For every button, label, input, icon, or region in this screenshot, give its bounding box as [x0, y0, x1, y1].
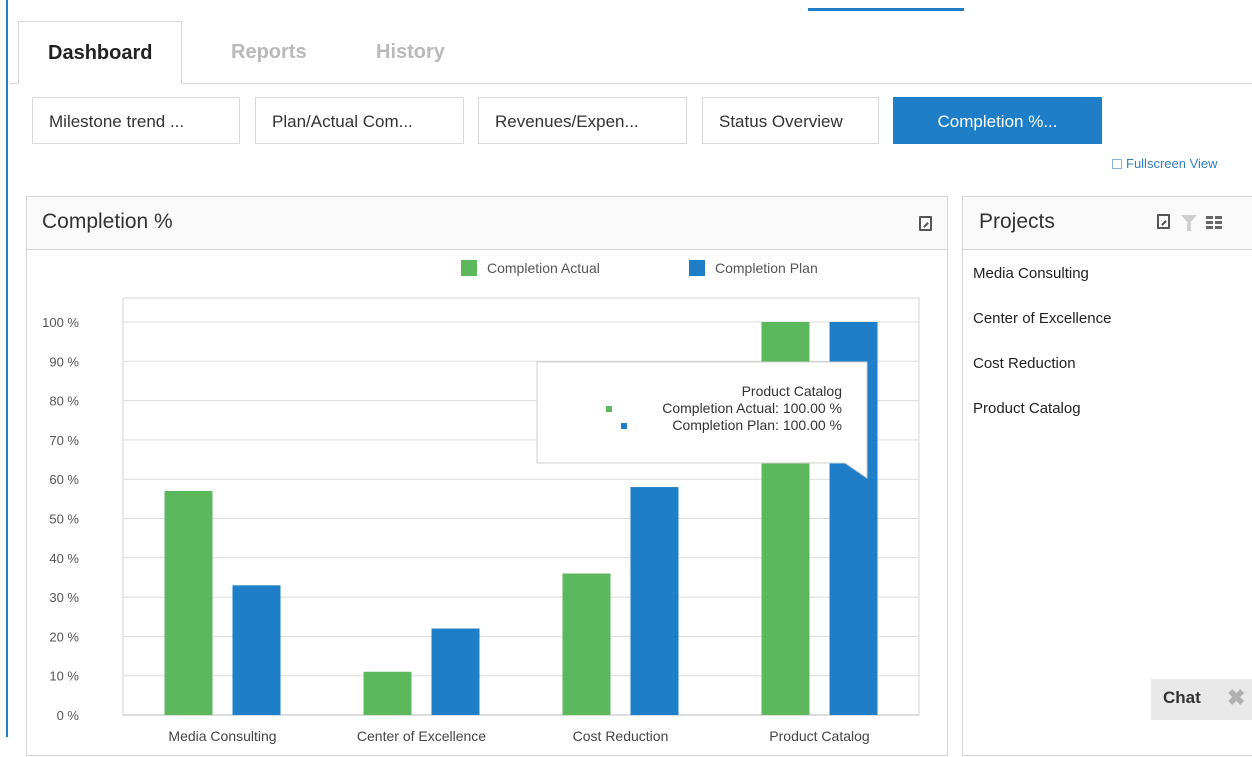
y-tick-label: 0 % [57, 708, 80, 723]
subtab-milestone-trend[interactable]: Milestone trend ... [32, 97, 240, 144]
bar-plan-cost-reduction[interactable] [630, 487, 679, 715]
subtab-status-overview[interactable]: Status Overview [702, 97, 879, 144]
fullscreen-label: Fullscreen View [1126, 156, 1218, 171]
main-tabs: Dashboard Reports History [10, 21, 1252, 84]
bar-plan-center-of-excellence[interactable] [431, 628, 480, 715]
y-tick-label: 20 % [49, 629, 79, 644]
legend-swatch-plan [689, 260, 705, 276]
projects-panel: Projects Media Consulting Center of Exce… [962, 196, 1252, 756]
completion-chart: Completion Actual Completion Plan 0 % 10 … [42, 260, 920, 744]
chart-panel-title: Completion % [42, 210, 173, 233]
project-item-product-catalog[interactable]: Product Catalog [973, 400, 1081, 417]
tab-reports[interactable]: Reports [231, 21, 307, 83]
x-tick-label: Center of Excellence [357, 728, 486, 744]
tooltip-actual-line: Completion Actual: 100.00 % [662, 400, 842, 416]
y-tick-label: 50 % [49, 512, 79, 527]
bar-tooltip: Product Catalog Completion Actual: 100.0… [536, 361, 868, 479]
y-axis: 0 % 10 % 20 % 30 % 40 % 50 % 60 % 70 % 80 % 90 % 1… [42, 315, 79, 723]
bar-actual-center-of-excellence[interactable] [363, 671, 412, 715]
external-link-icon [1112, 159, 1122, 169]
fullscreen-link[interactable]: Fullscreen View [1112, 156, 1218, 171]
project-item-cost-reduction[interactable]: Cost Reduction [973, 355, 1076, 372]
top-accent-bar [808, 8, 964, 11]
bar-plan-media-consulting[interactable] [232, 585, 281, 715]
tooltip-plan-marker [621, 423, 627, 429]
tooltip-plan-line: Completion Plan: 100.00 % [672, 417, 842, 433]
subtab-revenues-expenses[interactable]: Revenues/Expen... [478, 97, 687, 144]
legend-label-plan: Completion Plan [715, 260, 818, 276]
bar-actual-media-consulting[interactable] [164, 490, 213, 715]
chart-panel-header: Completion % [27, 197, 947, 250]
tab-dashboard[interactable]: Dashboard [18, 21, 183, 84]
x-tick-label: Media Consulting [168, 728, 276, 744]
y-tick-label: 70 % [49, 433, 79, 448]
y-tick-label: 10 % [49, 669, 79, 684]
projects-panel-title: Projects [979, 210, 1055, 233]
tooltip-actual-marker [606, 406, 612, 412]
chat-widget[interactable]: Chat ✖ [1151, 679, 1252, 720]
legend-label-actual: Completion Actual [487, 260, 600, 276]
y-tick-label: 80 % [49, 394, 79, 409]
project-item-center-of-excellence[interactable]: Center of Excellence [973, 310, 1111, 327]
x-tick-label: Product Catalog [769, 728, 869, 744]
clear-filter-icon[interactable] [1181, 215, 1197, 231]
y-tick-label: 90 % [49, 354, 79, 369]
bar-actual-cost-reduction[interactable] [562, 573, 611, 715]
y-tick-label: 40 % [49, 551, 79, 566]
y-tick-label: 60 % [49, 472, 79, 487]
chart-panel: Completion % Completion Actual Completio… [26, 196, 948, 756]
chart-legend: Completion Actual Completion Plan [461, 260, 818, 276]
chat-label: Chat [1163, 688, 1201, 707]
x-axis: Media Consulting Center of Excellence Cost… [168, 728, 869, 744]
subtab-completion[interactable]: Completion %... [893, 97, 1102, 144]
y-tick-label: 100 % [42, 315, 79, 330]
chat-close-icon[interactable]: ✖ [1227, 685, 1245, 711]
project-item-media-consulting[interactable]: Media Consulting [973, 265, 1089, 282]
layout-grid-icon[interactable] [1206, 216, 1222, 229]
export-icon[interactable] [919, 216, 932, 231]
projects-panel-header: Projects [963, 197, 1252, 250]
left-edge [0, 0, 8, 737]
x-tick-label: Cost Reduction [573, 728, 669, 744]
projects-export-icon[interactable] [1157, 214, 1170, 229]
y-tick-label: 30 % [49, 590, 79, 605]
tab-history[interactable]: History [376, 21, 445, 83]
subtab-plan-actual[interactable]: Plan/Actual Com... [255, 97, 464, 144]
tooltip-title: Product Catalog [742, 383, 842, 399]
legend-swatch-actual [461, 260, 477, 276]
